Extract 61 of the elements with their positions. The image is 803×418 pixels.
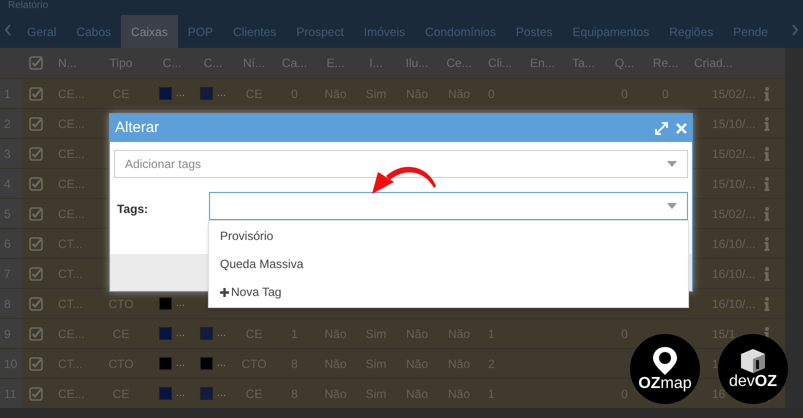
checkbox[interactable] (29, 386, 43, 400)
map-pin-icon (652, 346, 678, 376)
plus-icon (220, 288, 229, 296)
tab[interactable]: Caixas (121, 15, 178, 48)
info-icon[interactable] (764, 296, 770, 310)
checkbox[interactable] (29, 86, 43, 100)
tab[interactable]: Condomínios (415, 15, 506, 48)
checkbox[interactable] (29, 356, 43, 370)
chevron-left-icon[interactable] (4, 24, 12, 36)
dropdown-option[interactable]: Provisório (209, 222, 688, 250)
field-label: Tags: (117, 201, 150, 218)
cube-icon (739, 348, 767, 374)
tag-select[interactable]: Adicionar tags (114, 150, 688, 178)
dialog-title: Alterar (115, 118, 160, 138)
caret-icon (667, 203, 677, 209)
info-icon[interactable] (764, 206, 770, 220)
info-icon[interactable] (764, 176, 770, 190)
cell-text: ... (176, 296, 186, 312)
select-placeholder: Adicionar tags (125, 156, 202, 173)
tab[interactable]: Regiões (659, 15, 724, 48)
cell-text: ... (176, 326, 186, 342)
chevron-right-icon[interactable] (791, 24, 799, 36)
checkbox[interactable] (29, 266, 43, 280)
tab[interactable]: Postes (506, 15, 563, 48)
cell-text: ... (216, 386, 226, 402)
expand-icon[interactable] (655, 122, 668, 134)
tags-field[interactable] (209, 192, 688, 220)
info-icon[interactable] (764, 236, 770, 250)
cell-text: ... (216, 356, 226, 372)
scrollbar[interactable] (785, 48, 803, 408)
logo-text: devOZ (728, 374, 777, 390)
dropdown-option[interactable]: Queda Massiva (209, 250, 688, 278)
checkbox[interactable] (29, 116, 43, 130)
tab[interactable]: Cabos (66, 15, 122, 48)
cell-text: ... (176, 86, 186, 102)
tab[interactable]: Equipamentos (562, 15, 660, 48)
checkbox[interactable] (29, 176, 43, 190)
dropdown-option[interactable]: Nova Tag (209, 278, 688, 306)
tab[interactable]: Pende (723, 15, 778, 48)
caret-icon (667, 161, 677, 167)
cell-text: ... (176, 356, 186, 372)
tab[interactable]: Clientes (223, 15, 286, 48)
tab[interactable]: Geral (17, 15, 66, 48)
tab[interactable]: POP (178, 15, 224, 48)
checkbox[interactable] (29, 56, 43, 70)
checkbox[interactable] (29, 326, 43, 340)
tab[interactable]: Prospect (286, 15, 354, 48)
info-icon[interactable] (764, 146, 770, 160)
checkbox[interactable] (29, 236, 43, 250)
checkbox[interactable] (29, 146, 43, 160)
cell-text: ... (176, 386, 186, 402)
tab[interactable]: Imóveis (354, 15, 416, 48)
checkbox[interactable] (29, 296, 43, 310)
logo-text: OZmap (638, 376, 692, 392)
checkbox[interactable] (29, 206, 43, 220)
info-icon[interactable] (764, 266, 770, 280)
info-icon[interactable] (764, 116, 770, 130)
close-icon[interactable] (676, 122, 687, 134)
cell-text: ... (216, 86, 226, 102)
cell-text: ... (216, 326, 226, 342)
info-icon[interactable] (764, 86, 770, 100)
